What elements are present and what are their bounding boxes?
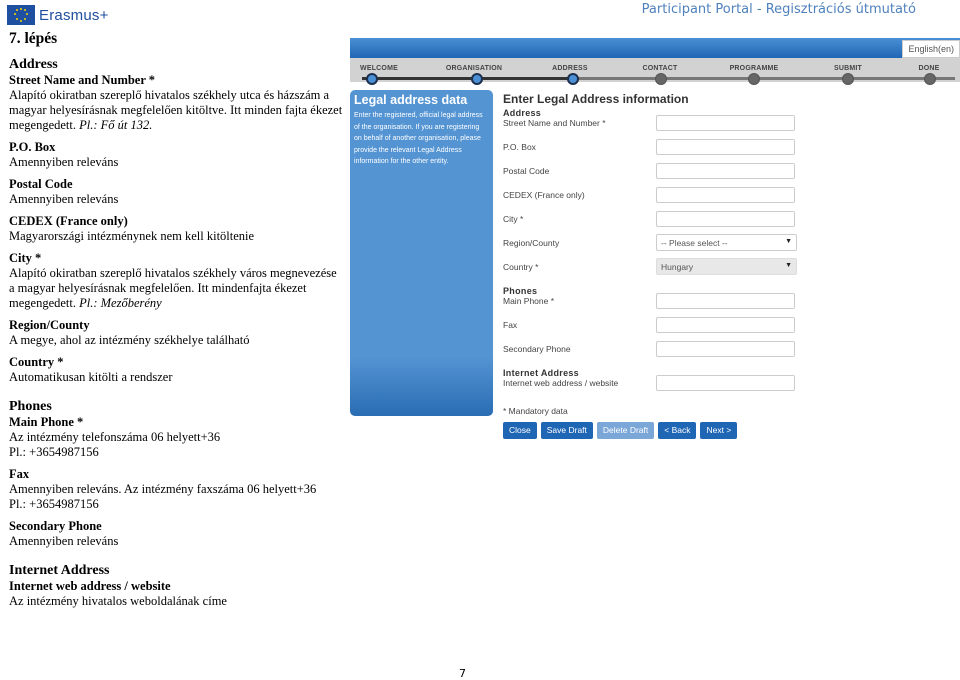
- country-select: Hungary ▼: [656, 258, 797, 275]
- row-secondary-phone: Secondary Phone: [503, 341, 803, 368]
- step-dot-programme: [748, 73, 760, 85]
- field-desc-secondary-phone: Amennyiben releváns: [9, 534, 119, 548]
- field-title-cedex: CEDEX (France only): [9, 214, 128, 228]
- back-button[interactable]: < Back: [658, 422, 697, 439]
- eu-flag-icon: [7, 5, 35, 25]
- step-dot-submit: [842, 73, 854, 85]
- wizard-step-done[interactable]: DONE: [889, 65, 960, 72]
- field-desc-country: Automatikusan kitölti a rendszer: [9, 370, 173, 384]
- secondary-phone-input[interactable]: [656, 341, 795, 357]
- section-title-address: Address: [9, 57, 58, 72]
- field-desc-fax-1: Amennyiben releváns. Az intézmény faxszá…: [9, 482, 317, 496]
- info-panel-title: Legal address data: [354, 93, 468, 107]
- field-desc-fax-2: Pl.: +3654987156: [9, 497, 99, 511]
- label-city: City *: [503, 214, 524, 224]
- city-example: Pl.: Mezőberény: [79, 296, 162, 310]
- region-select-value: -- Please select --: [661, 238, 728, 248]
- label-secondary-phone: Secondary Phone: [503, 344, 571, 354]
- next-button[interactable]: Next >: [700, 422, 738, 439]
- field-title-street: Street Name and Number *: [9, 73, 156, 87]
- wizard-step-submit[interactable]: SUBMIT: [808, 65, 888, 72]
- wizard-step-programme[interactable]: PROGRAMME: [714, 65, 794, 72]
- label-postal: Postal Code: [503, 166, 550, 176]
- field-title-city: City *: [9, 251, 42, 265]
- erasmus-logo: Erasmus+: [7, 5, 109, 25]
- legal-address-info-panel: Legal address data Enter the registered,…: [350, 90, 493, 416]
- language-selector[interactable]: English(en): [902, 40, 960, 58]
- cedex-input[interactable]: [656, 187, 795, 203]
- region-select[interactable]: -- Please select -- ▼: [656, 234, 797, 251]
- section-title-phones: Phones: [9, 399, 52, 414]
- step-title: 7. lépés: [9, 30, 58, 47]
- postal-code-input[interactable]: [656, 163, 795, 179]
- label-pobox: P.O. Box: [503, 142, 536, 152]
- field-desc-pobox: Amennyiben releváns: [9, 155, 119, 169]
- section-title-internet: Internet Address: [9, 563, 110, 578]
- field-desc-city: Alapító okiratban szereplő hivatalos szé…: [9, 266, 344, 311]
- field-title-pobox: P.O. Box: [9, 140, 56, 154]
- logo-text: Erasmus+: [39, 6, 109, 24]
- field-title-fax: Fax: [9, 467, 30, 481]
- chevron-down-icon: ▼: [785, 238, 792, 245]
- field-title-region: Region/County: [9, 318, 90, 332]
- city-text: Alapító okiratban szereplő hivatalos szé…: [9, 266, 337, 310]
- label-country: Country *: [503, 262, 539, 272]
- step-dot-done: [924, 73, 936, 85]
- field-desc-main-phone-2: Pl.: +3654987156: [9, 445, 99, 459]
- label-region: Region/County: [503, 238, 560, 248]
- step-dot-organisation: [471, 73, 483, 85]
- field-title-secondary-phone: Secondary Phone: [9, 519, 102, 533]
- step-dot-welcome: [366, 73, 378, 85]
- row-website: Internet web address / website: [503, 375, 803, 402]
- label-street: Street Name and Number *: [503, 118, 606, 128]
- field-desc-street: Alapító okiratban szereplő hivatalos szé…: [9, 88, 344, 133]
- field-title-website: Internet web address / website: [9, 579, 171, 593]
- step-dot-address: [567, 73, 579, 85]
- form-title: Enter Legal Address information: [503, 92, 689, 106]
- country-select-value: Hungary: [661, 262, 694, 272]
- delete-draft-button[interactable]: Delete Draft: [596, 422, 655, 439]
- legal-address-form: Enter Legal Address information Address …: [503, 92, 803, 416]
- label-cedex: CEDEX (France only): [503, 190, 585, 200]
- page-number: 7: [459, 667, 466, 680]
- street-example: Pl.: Fő út 132.: [79, 118, 153, 132]
- field-desc-postal: Amennyiben releváns: [9, 192, 119, 206]
- label-main-phone: Main Phone *: [503, 296, 555, 306]
- row-country: Country * Hungary ▼: [503, 258, 803, 286]
- pobox-input[interactable]: [656, 139, 795, 155]
- wizard-step-welcome[interactable]: WELCOME: [339, 65, 419, 72]
- wizard-step-address[interactable]: ADDRESS: [530, 65, 610, 72]
- city-input[interactable]: [656, 211, 795, 227]
- website-input[interactable]: [656, 375, 795, 391]
- field-desc-region: A megye, ahol az intézmény székhelye tal…: [9, 333, 250, 347]
- field-title-main-phone: Main Phone *: [9, 415, 84, 429]
- label-website: Internet web address / website: [503, 378, 619, 388]
- save-draft-button[interactable]: Save Draft: [540, 422, 593, 439]
- field-title-postal: Postal Code: [9, 177, 73, 191]
- street-input[interactable]: [656, 115, 795, 131]
- fax-input[interactable]: [656, 317, 795, 333]
- field-desc-website: Az intézmény hivatalos weboldalának címe: [9, 594, 227, 608]
- main-phone-input[interactable]: [656, 293, 795, 309]
- label-fax: Fax: [503, 320, 518, 330]
- progress-line-done: [362, 77, 570, 80]
- field-desc-main-phone-1: Az intézmény telefonszáma 06 helyett+36: [9, 430, 221, 444]
- chevron-down-icon: ▼: [785, 262, 792, 269]
- portal-screenshot: English(en) WELCOME ORGANISATION ADDRESS…: [350, 38, 960, 458]
- document-header-title: Participant Portal - Regisztrációs útmut…: [641, 2, 916, 17]
- form-buttons: Close Save Draft Delete Draft < Back Nex…: [503, 422, 738, 439]
- field-desc-cedex: Magyarországi intézménynek nem kell kitö…: [9, 229, 255, 243]
- wizard-step-organisation[interactable]: ORGANISATION: [434, 65, 514, 72]
- info-panel-text: Enter the registered, official legal add…: [354, 112, 483, 165]
- instructions-column: 7. lépés Address Street Name and Number …: [9, 30, 344, 616]
- close-button[interactable]: Close: [503, 422, 537, 439]
- portal-top-bar: [350, 38, 960, 58]
- street-text: Alapító okiratban szereplő hivatalos szé…: [9, 88, 343, 132]
- progress-line-remaining: [570, 77, 955, 80]
- wizard-step-contact[interactable]: CONTACT: [620, 65, 700, 72]
- mandatory-note: * Mandatory data: [503, 406, 568, 416]
- step-dot-contact: [655, 73, 667, 85]
- field-title-country: Country *: [9, 355, 64, 369]
